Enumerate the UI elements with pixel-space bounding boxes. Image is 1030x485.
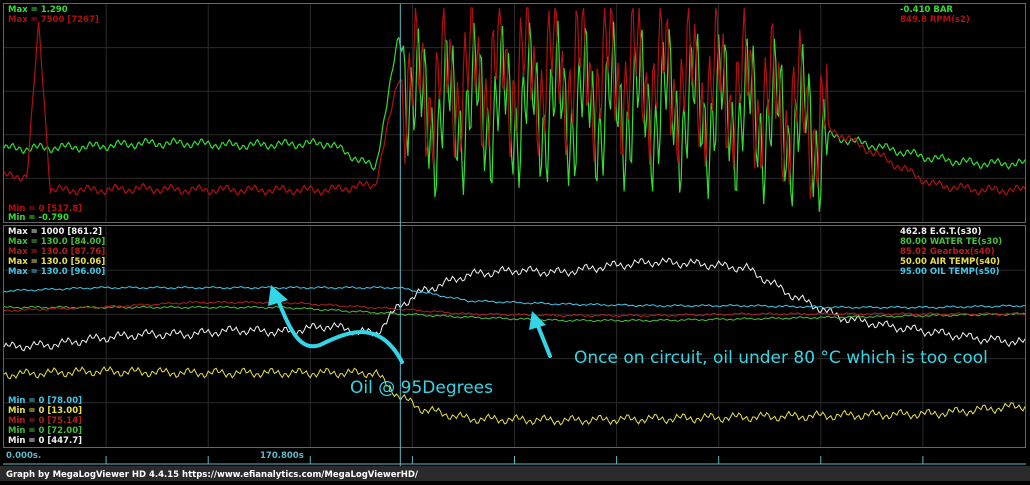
footer-credit[interactable]: Graph by MegaLogViewer HD 4.4.15 https:/… [6,470,419,480]
time-start-label: 0.000s. [6,451,41,461]
top-right-label-bar: -0.410 BAR [900,5,953,15]
log-graph-svg[interactable]: Max = 1.290 Max = 7500 [7267] Min = 0 [5… [0,0,1030,481]
bottom-min-label-gearbox: Min = 0 [75.14] [8,416,82,426]
bottom-min-label-oil: Min = 0 [78.00] [8,396,82,406]
top-max-label-rpm: Max = 7500 [7267] [8,15,99,25]
bottom-max-label-gearbox: Max = 130.0 [87.76] [8,247,105,257]
top-min-label-bar: Min = -0.790 [8,213,69,223]
bottom-right-label-water: 80.00 WATER TE(s30) [900,237,1002,247]
bottom-min-label-air: Min = 0 [13.00] [8,406,82,416]
bottom-min-label-water: Min = 0 [72.00] [8,426,82,436]
bottom-right-label-egt: 462.8 E.G.T.(s30) [900,227,982,237]
bottom-right-label-gearbox: 85.02 Gearbox(s40) [900,247,995,257]
bottom-min-label-egt: Min = 0 [447.7] [8,436,82,446]
bottom-max-label-egt: Max = 1000 [861.2] [8,227,102,237]
cursor-time-label: 170.800s [260,451,304,461]
bottom-max-label-oil: Max = 130.0 [96.00] [8,267,105,277]
annotation-oil-start: Oil @ 95Degrees [350,378,493,398]
bottom-max-label-water: Max = 130.0 [84.00] [8,237,105,247]
bottom-max-label-air: Max = 130.0 [50.06] [8,257,105,267]
top-max-label-bar: Max = 1.290 [8,5,68,15]
bottom-right-label-air: 50.00 AIR TEMP(s40) [900,257,1000,267]
top-right-label-rpm: 849.8 RPM(s2) [900,15,970,25]
annotation-oil-circuit: Once on circuit, oil under 80 °C which i… [574,348,988,368]
megalogviewer-graph: Max = 1.290 Max = 7500 [7267] Min = 0 [5… [0,0,1030,481]
bottom-right-label-oil: 95.00 OIL TEMP(s50) [900,267,1000,277]
